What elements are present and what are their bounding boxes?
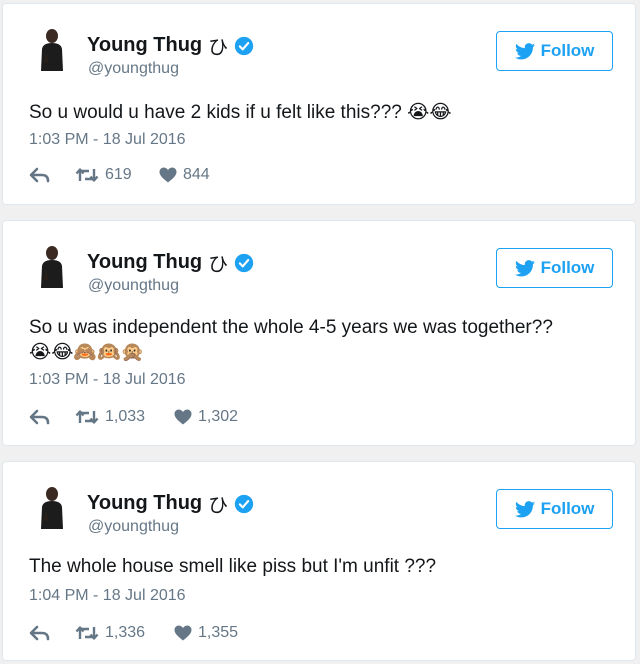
tweet-body: So u would u have 2 kids if u felt like … [29, 102, 402, 123]
author-handle[interactable]: @youngthug [88, 277, 179, 295]
twitter-bird-icon [514, 42, 535, 59]
tweet-actions: 619 844 [29, 166, 210, 184]
tweet-timestamp[interactable]: 1:04 PM - 18 Jul 2016 [29, 587, 186, 605]
retweet-count: 1,336 [105, 624, 146, 641]
retweet-icon [75, 410, 99, 424]
tweet-body: So u was independent the whole 4-5 years… [29, 317, 553, 338]
author-name-glyph: ひ [208, 37, 229, 59]
tweet-emoji: 😭😂🙈🙉🙊 [29, 342, 145, 363]
avatar[interactable] [27, 481, 75, 529]
heart-icon [159, 167, 177, 183]
reply-button[interactable] [29, 167, 75, 183]
like-button[interactable]: 1,355 [174, 624, 238, 642]
follow-button[interactable]: Follow [496, 31, 613, 71]
tweet-card: Young Thug ひ @youngthug Follow So u was … [2, 220, 636, 446]
retweet-icon [75, 168, 99, 182]
avatar[interactable] [27, 23, 75, 71]
author-name-glyph: ひ [208, 254, 229, 276]
author-handle[interactable]: @youngthug [88, 518, 179, 536]
author-name-row[interactable]: Young Thug ひ [87, 248, 254, 277]
verified-badge-icon [234, 253, 254, 272]
author-handle[interactable]: @youngthug [88, 60, 179, 78]
heart-icon [174, 625, 192, 641]
retweet-button[interactable]: 619 [75, 166, 159, 184]
retweet-count: 619 [105, 166, 132, 183]
reply-icon [29, 409, 50, 425]
reply-icon [29, 625, 50, 641]
author-name-row[interactable]: Young Thug ひ [87, 31, 254, 60]
retweet-button[interactable]: 1,033 [75, 408, 174, 426]
tweet-timestamp[interactable]: 1:03 PM - 18 Jul 2016 [29, 131, 186, 149]
heart-icon [174, 409, 192, 425]
author-name[interactable]: Young Thug [87, 34, 202, 57]
like-count: 1,302 [198, 408, 239, 425]
author-name-row[interactable]: Young Thug ひ [87, 489, 254, 518]
author-name[interactable]: Young Thug [87, 492, 202, 515]
follow-button[interactable]: Follow [496, 248, 613, 288]
follow-label: Follow [540, 499, 595, 518]
like-count: 844 [183, 166, 210, 183]
tweet-timestamp[interactable]: 1:03 PM - 18 Jul 2016 [29, 371, 186, 389]
twitter-bird-icon [514, 259, 535, 276]
tweet-actions: 1,033 1,302 [29, 408, 238, 426]
author-name[interactable]: Young Thug [87, 251, 202, 274]
tweet-card: Young Thug ひ @youngthug Follow So u woul… [2, 3, 636, 205]
tweet-emoji: 😭😂 [407, 102, 452, 123]
like-count: 1,355 [198, 624, 239, 641]
verified-badge-icon [234, 36, 254, 55]
avatar[interactable] [27, 240, 75, 288]
retweet-icon [75, 626, 99, 640]
tweet-text: So u was independent the whole 4-5 years… [29, 315, 611, 365]
author-name-glyph: ひ [208, 495, 229, 517]
retweet-count: 1,033 [105, 408, 146, 425]
tweet-text: So u would u have 2 kids if u felt like … [29, 100, 611, 125]
reply-icon [29, 167, 50, 183]
tweet-body: The whole house smell like piss but I'm … [29, 556, 437, 577]
twitter-bird-icon [514, 500, 535, 517]
verified-badge-icon [234, 494, 254, 513]
reply-button[interactable] [29, 409, 75, 425]
follow-label: Follow [540, 258, 595, 277]
reply-button[interactable] [29, 625, 75, 641]
tweet-text: The whole house smell like piss but I'm … [29, 554, 611, 579]
follow-label: Follow [540, 41, 595, 60]
tweet-card: Young Thug ひ @youngthug Follow The whole… [2, 461, 636, 661]
tweet-actions: 1,336 1,355 [29, 624, 238, 642]
like-button[interactable]: 1,302 [174, 408, 238, 426]
like-button[interactable]: 844 [159, 166, 210, 184]
follow-button[interactable]: Follow [496, 489, 613, 529]
retweet-button[interactable]: 1,336 [75, 624, 174, 642]
